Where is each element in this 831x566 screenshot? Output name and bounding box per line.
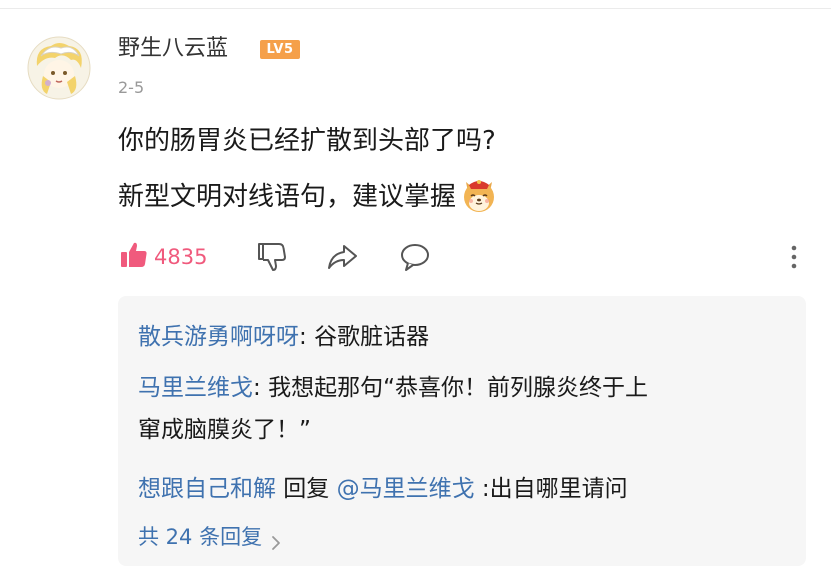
- reply-separator: :: [253, 375, 269, 401]
- share-icon: [325, 240, 359, 274]
- dog-emoji-icon: [460, 176, 498, 214]
- thumbs-up-icon: [118, 239, 150, 275]
- comment-body: 你的肠胃炎已经扩散到头部了吗? 新型文明对线语句，建议掌握: [118, 124, 798, 214]
- avatar[interactable]: [27, 36, 91, 100]
- like-button[interactable]: 4835: [118, 240, 207, 274]
- reply-username[interactable]: 想跟自己和解: [138, 476, 276, 502]
- reply-text: 谷歌脏话器: [314, 324, 430, 350]
- chevron-right-icon: [268, 529, 284, 550]
- more-replies-link[interactable]: 共 24 条回复: [138, 522, 284, 552]
- comment-line-2-wrap: 新型文明对线语句，建议掌握: [118, 179, 798, 214]
- comment-bubble-icon: [398, 240, 432, 274]
- reply-username[interactable]: 马里兰维戈: [138, 375, 253, 401]
- top-divider: [0, 0, 831, 9]
- comment-line-2: 新型文明对线语句，建议掌握: [118, 182, 457, 212]
- username[interactable]: 野生八云蓝: [118, 34, 228, 64]
- reply-text: 我想起那句“恭喜你！前列腺炎终于上: [268, 375, 648, 401]
- share-button[interactable]: [325, 240, 359, 274]
- thumbs-down-icon: [255, 240, 289, 274]
- reply-item[interactable]: 想跟自己和解 回复 @马里兰维戈 :出自哪里请问: [138, 468, 778, 510]
- more-vertical-icon: [782, 240, 816, 274]
- reply-text: :出自哪里请问: [474, 476, 628, 502]
- reply-separator: :: [299, 324, 315, 350]
- reply-item[interactable]: 马里兰维戈: 我想起那句“恭喜你！前列腺炎终于上窜成脑膜炎了！”: [138, 367, 778, 451]
- replies-box: 散兵游勇啊呀呀: 谷歌脏话器 马里兰维戈: 我想起那句“恭喜你！前列腺炎终于上窜…: [118, 296, 806, 566]
- reply-mention[interactable]: @马里兰维戈: [337, 476, 475, 502]
- reply-item[interactable]: 散兵游勇啊呀呀: 谷歌脏话器: [138, 316, 778, 358]
- dislike-button[interactable]: [255, 240, 289, 274]
- more-button[interactable]: [782, 240, 816, 274]
- comment-actions: 4835: [118, 238, 808, 276]
- level-badge: LV5: [260, 40, 300, 59]
- comment-line-1: 你的肠胃炎已经扩散到头部了吗?: [118, 126, 496, 156]
- reply-username[interactable]: 散兵游勇啊呀呀: [138, 324, 299, 350]
- more-replies-label: 共 24 条回复: [138, 525, 263, 549]
- comment-date: 2-5: [118, 78, 145, 97]
- reply-word: 回复: [276, 476, 337, 502]
- reply-button[interactable]: [398, 240, 432, 274]
- reply-text-continued: 窜成脑膜炎了！”: [138, 417, 311, 443]
- like-count: 4835: [154, 245, 208, 269]
